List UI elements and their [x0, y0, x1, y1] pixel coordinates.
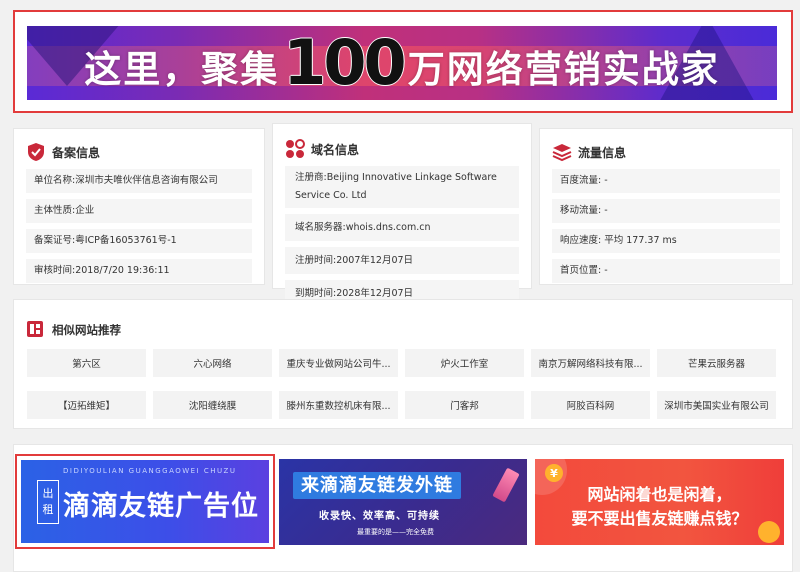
similar-site-link[interactable]: 沈阳缠绕膜 [153, 391, 272, 419]
domain-info-card: 域名信息 注册商:Beijing Innovative Linkage Soft… [272, 123, 532, 307]
traffic-row: 移动流量: - [552, 199, 780, 223]
banner-text-left: 这里，聚集 [84, 47, 280, 91]
ad3-line2: 要不要出售友链赚点钱？ [571, 509, 748, 528]
similar-site-link[interactable]: 门客邦 [405, 391, 524, 419]
traffic-card-title: 流量信息 [578, 145, 627, 160]
domain-card-title: 域名信息 [311, 142, 360, 157]
similar-sites-grid: 第六区 六心网络 重庆专业做网站公司牛... 炉火工作室 南京万解网络科技有限.… [27, 349, 776, 419]
grid-icon [26, 320, 46, 340]
ad1-main-text: 滴滴友链广告位 [63, 491, 259, 522]
pen-icon [492, 467, 520, 503]
similar-site-link[interactable]: 滕州东重数控机床有限... [279, 391, 398, 419]
similar-site-link[interactable]: 南京万解网络科技有限... [531, 349, 650, 377]
shield-icon [26, 142, 46, 162]
ads-panel: DIDIYOULIAN GUANGGAOWEI CHUZU 出租 滴滴友链广告位… [13, 444, 793, 572]
record-row: 审核时间:2018/7/20 19:36:11 [26, 259, 252, 283]
record-row: 主体性质:企业 [26, 199, 252, 223]
ad-slot-rent-frame: DIDIYOULIAN GUANGGAOWEI CHUZU 出租 滴滴友链广告位 [15, 454, 275, 549]
ad1-subtitle: DIDIYOULIAN GUANGGAOWEI CHUZU [63, 467, 237, 475]
traffic-row: 响应速度: 平均 177.37 ms [552, 229, 780, 253]
domain-row: 域名服务器:whois.dns.com.cn [285, 214, 519, 241]
similar-sites-title: 相似网站推荐 [52, 323, 121, 337]
ad3-line1: 网站闲着也是闲着， [587, 485, 732, 504]
banner-headline: 这里，聚集 100 万网络营销实战家 [27, 26, 777, 99]
traffic-row: 首页位置: - [552, 259, 780, 283]
similar-site-link[interactable]: 阿胶百科网 [531, 391, 650, 419]
domain-row: 注册商:Beijing Innovative Linkage Software … [285, 166, 519, 208]
similar-site-link[interactable]: 炉火工作室 [405, 349, 524, 377]
record-card-title: 备案信息 [52, 145, 101, 160]
ad2-slogan: 收录快、效率高、可持续 [319, 511, 440, 522]
ad-slot-rent[interactable]: DIDIYOULIAN GUANGGAOWEI CHUZU 出租 滴滴友链广告位 [21, 460, 269, 543]
similar-site-link[interactable]: 【迈拓维矩】 [27, 391, 146, 419]
similar-site-link[interactable]: 重庆专业做网站公司牛... [279, 349, 398, 377]
record-info-card: 备案信息 单位名称:深圳市夫唯伙伴信息咨询有限公司 主体性质:企业 备案证号:粤… [13, 128, 265, 285]
record-row: 备案证号:粤ICP备16053761号-1 [26, 229, 252, 253]
similar-site-link[interactable]: 芒果云服务器 [657, 349, 776, 377]
ad2-note: 最重要的是——完全免费 [357, 528, 434, 536]
traffic-info-card: 流量信息 百度流量: - 移动流量: - 响应速度: 平均 177.37 ms … [539, 128, 793, 285]
circles-icon [285, 139, 305, 159]
similar-sites-panel: 相似网站推荐 第六区 六心网络 重庆专业做网站公司牛... 炉火工作室 南京万解… [13, 299, 793, 429]
ad1-rent-tag: 出租 [37, 480, 59, 524]
coins-icon [758, 521, 780, 543]
similar-site-link[interactable]: 深圳市美国实业有限公司 [657, 391, 776, 419]
ad-external-links[interactable]: 来滴滴友链发外链 收录快、效率高、可持续 最重要的是——完全免费 [279, 459, 527, 545]
record-row: 单位名称:深圳市夫唯伙伴信息咨询有限公司 [26, 169, 252, 193]
ad-sell-links[interactable]: ¥ 网站闲着也是闲着， 要不要出售友链赚点钱？ [535, 459, 784, 545]
banner-text-right: 万网络营销实战家 [407, 47, 720, 91]
similar-site-link[interactable]: 第六区 [27, 349, 146, 377]
top-banner-frame: 这里，聚集 100 万网络营销实战家 [13, 10, 793, 113]
ad2-headline: 来滴滴友链发外链 [293, 472, 461, 499]
traffic-row: 百度流量: - [552, 169, 780, 193]
similar-site-link[interactable]: 六心网络 [153, 349, 272, 377]
banner-number: 100 [283, 26, 406, 99]
top-banner[interactable]: 这里，聚集 100 万网络营销实战家 [27, 26, 777, 100]
layers-icon [552, 142, 572, 162]
domain-row: 注册时间:2007年12月07日 [285, 247, 519, 274]
coin-icon: ¥ [545, 464, 563, 482]
